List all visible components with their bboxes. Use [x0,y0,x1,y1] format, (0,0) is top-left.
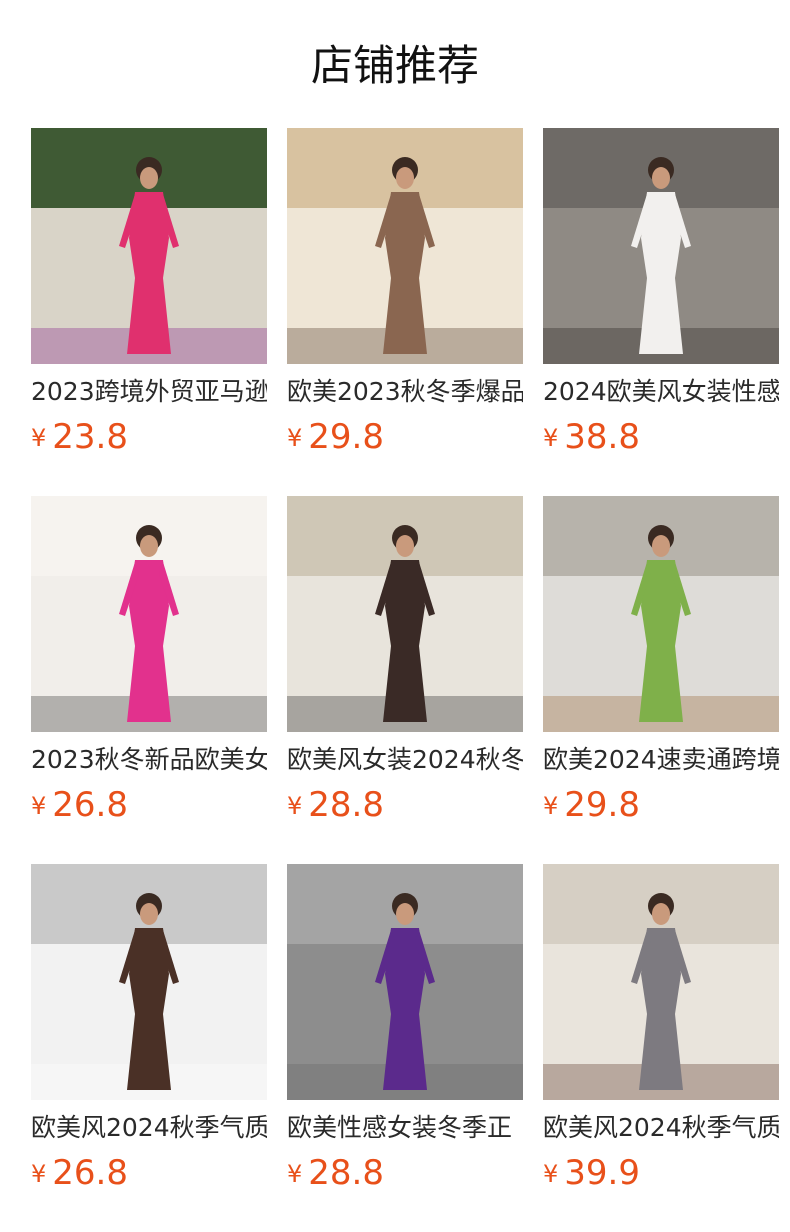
product-card[interactable]: 欧美风2024秋季气质 ¥26.8 [31,864,267,1232]
currency-symbol: ¥ [287,1160,303,1188]
price-value: 29.8 [564,785,640,825]
currency-symbol: ¥ [287,792,303,820]
currency-symbol: ¥ [31,792,47,820]
product-card[interactable]: 欧美性感女装冬季正 ¥28.8 [287,864,523,1232]
product-title[interactable]: 2024欧美风女装性感 [543,375,779,409]
currency-symbol: ¥ [543,424,559,452]
product-image[interactable] [543,864,779,1100]
product-price: ¥29.8 [287,416,523,458]
product-image[interactable] [287,864,523,1100]
product-title[interactable]: 欧美风女装2024秋冬 [287,743,523,777]
product-title[interactable]: 2023跨境外贸亚马逊 [31,375,267,409]
product-price: ¥26.8 [31,1152,267,1194]
price-value: 26.8 [52,785,128,825]
product-grid: 2023跨境外贸亚马逊 ¥23.8 欧美2023秋冬季爆品 ¥29.8 2024欧美风女… [31,128,779,1232]
currency-symbol: ¥ [31,424,47,452]
price-value: 39.9 [564,1153,640,1193]
product-price: ¥29.8 [543,784,779,826]
price-value: 29.8 [308,417,384,457]
product-title[interactable]: 欧美风2024秋季气质 [31,1111,267,1145]
product-card[interactable]: 欧美2024速卖通跨境 ¥29.8 [543,496,779,864]
product-card[interactable]: 欧美风女装2024秋冬 ¥28.8 [287,496,523,864]
currency-symbol: ¥ [543,792,559,820]
product-image[interactable] [287,128,523,364]
price-value: 28.8 [308,785,384,825]
currency-symbol: ¥ [31,1160,47,1188]
product-title[interactable]: 2023秋冬新品欧美女 [31,743,267,777]
product-title[interactable]: 欧美2024速卖通跨境 [543,743,779,777]
product-price: ¥26.8 [31,784,267,826]
price-value: 28.8 [308,1153,384,1193]
product-title[interactable]: 欧美2023秋冬季爆品 [287,375,523,409]
product-price: ¥28.8 [287,784,523,826]
product-image[interactable] [543,496,779,732]
product-image[interactable] [31,128,267,364]
product-price: ¥39.9 [543,1152,779,1194]
product-card[interactable]: 欧美2023秋冬季爆品 ¥29.8 [287,128,523,496]
page-title: 店铺推荐 [310,41,479,90]
currency-symbol: ¥ [287,424,303,452]
price-value: 26.8 [52,1153,128,1193]
product-card[interactable]: 2023跨境外贸亚马逊 ¥23.8 [31,128,267,496]
product-card[interactable]: 2024欧美风女装性感 ¥38.8 [543,128,779,496]
product-title[interactable]: 欧美性感女装冬季正 [287,1111,523,1145]
product-price: ¥23.8 [31,416,267,458]
price-value: 38.8 [564,417,640,457]
product-price: ¥28.8 [287,1152,523,1194]
product-title[interactable]: 欧美风2024秋季气质 [543,1111,779,1145]
product-price: ¥38.8 [543,416,779,458]
product-image[interactable] [287,496,523,732]
product-image[interactable] [31,496,267,732]
currency-symbol: ¥ [543,1160,559,1188]
price-value: 23.8 [52,417,128,457]
product-image[interactable] [543,128,779,364]
product-card[interactable]: 2023秋冬新品欧美女 ¥26.8 [31,496,267,864]
product-image[interactable] [31,864,267,1100]
product-card[interactable]: 欧美风2024秋季气质 ¥39.9 [543,864,779,1232]
recommendation-page: 店铺推荐 2023跨境外贸亚马逊 ¥23.8 欧美2023秋冬季爆品 ¥29.8 202… [0,0,790,1232]
